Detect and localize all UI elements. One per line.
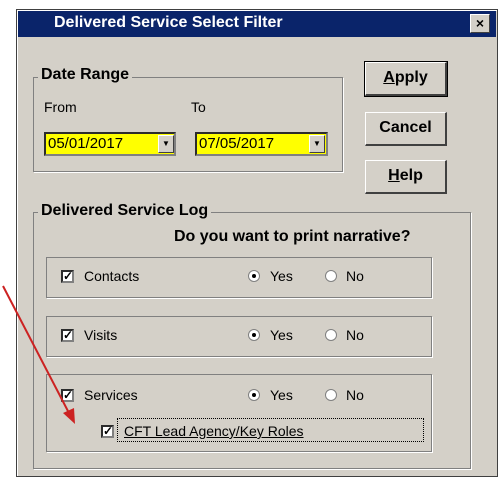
annotation-arrow-icon xyxy=(2,285,75,424)
